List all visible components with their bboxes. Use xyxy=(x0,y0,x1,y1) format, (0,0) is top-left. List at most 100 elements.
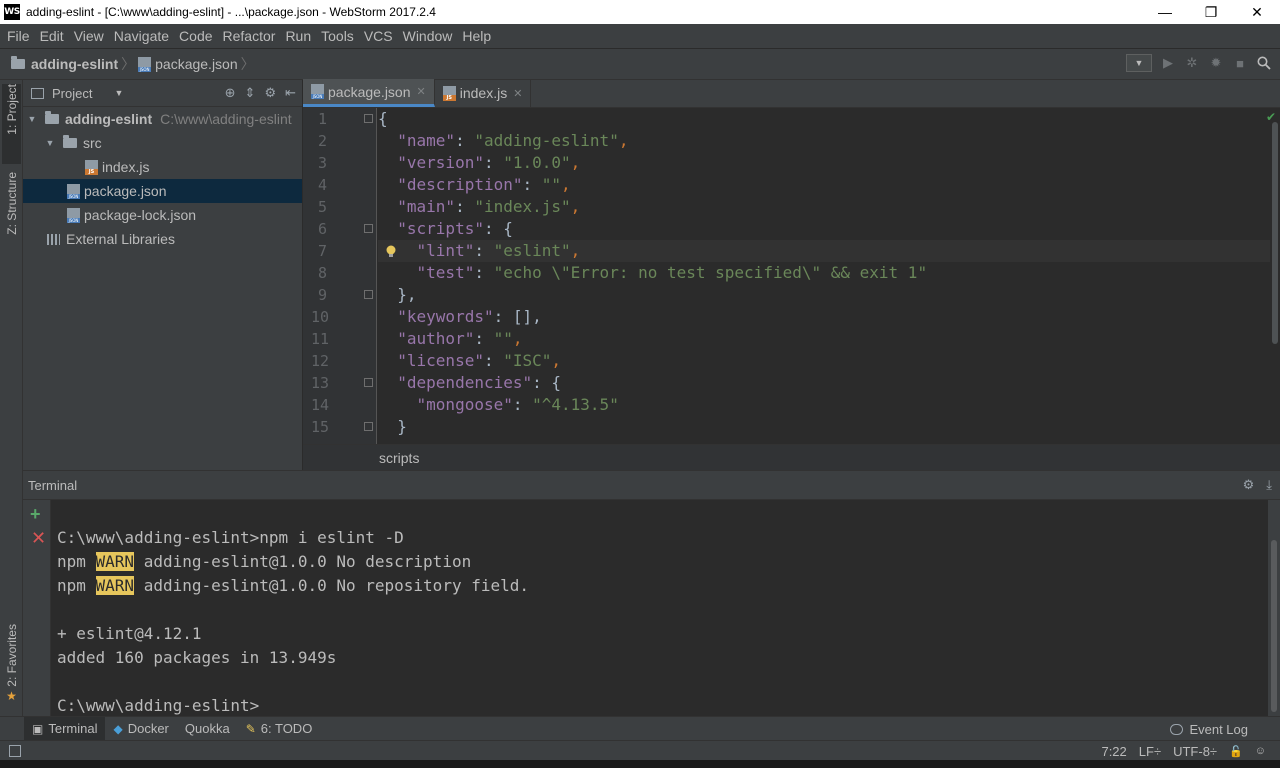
close-tab-icon[interactable]: ✕ xyxy=(417,85,426,98)
gear-icon[interactable]: ⚙ xyxy=(1243,477,1255,493)
tab-package-json[interactable]: package.json ✕ xyxy=(303,79,435,107)
code-line[interactable]: "version": "1.0.0", xyxy=(378,152,580,174)
chevron-down-icon[interactable]: ▼ xyxy=(114,88,123,98)
tab-index-js[interactable]: index.js ✕ xyxy=(435,79,532,107)
tool-tab-favorites[interactable]: 2: Favorites ★ xyxy=(2,624,21,710)
coverage-icon[interactable]: ✹ xyxy=(1208,55,1224,71)
code-line[interactable]: "lint": "eslint", xyxy=(378,240,1270,262)
toggle-tool-windows-icon[interactable] xyxy=(9,744,21,757)
menu-navigate[interactable]: Navigate xyxy=(109,28,174,44)
menu-tools[interactable]: Tools xyxy=(316,28,359,44)
menu-code[interactable]: Code xyxy=(174,28,217,44)
tab-label: index.js xyxy=(459,85,508,101)
project-panel-title[interactable]: Project xyxy=(52,86,92,101)
event-log-button[interactable]: Event Log xyxy=(1170,717,1248,741)
fold-marker-icon[interactable] xyxy=(364,378,373,387)
bottom-tab-docker[interactable]: ◆ Docker xyxy=(105,717,176,741)
breadcrumb-project[interactable]: adding-eslint xyxy=(11,56,118,72)
fold-marker-icon[interactable] xyxy=(364,422,373,431)
code-line[interactable]: "license": "ISC", xyxy=(378,350,561,372)
menu-window[interactable]: Window xyxy=(398,28,458,44)
line-number: 9 xyxy=(317,286,327,304)
fold-marker-icon[interactable] xyxy=(364,114,373,123)
new-session-plus-icon[interactable]: + xyxy=(30,504,41,525)
code-line[interactable]: "description": "", xyxy=(378,174,570,196)
code-line[interactable]: "keywords": [], xyxy=(378,306,542,328)
maximize-button[interactable]: ❐ xyxy=(1188,0,1234,24)
code-line[interactable]: { xyxy=(378,108,388,130)
bottom-tab-quokka[interactable]: Quokka xyxy=(177,717,238,741)
menu-edit[interactable]: Edit xyxy=(35,28,69,44)
collapse-all-icon[interactable]: ⇕ xyxy=(245,85,256,101)
code-line[interactable]: "author": "", xyxy=(378,328,523,350)
expand-arrow-icon[interactable]: ▼ xyxy=(45,138,55,148)
menu-file[interactable]: File xyxy=(2,28,35,44)
tree-item-adding-eslint[interactable]: ▼ adding-eslint C:\www\adding-eslint xyxy=(23,107,302,131)
fold-marker-icon[interactable] xyxy=(364,224,373,233)
code-token: "adding-eslint" xyxy=(474,131,619,150)
tree-item-external-libraries[interactable]: External Libraries xyxy=(23,227,302,251)
tree-item-src[interactable]: ▼ src xyxy=(23,131,302,155)
code-line[interactable]: }, xyxy=(378,284,416,306)
close-tab-icon[interactable]: ✕ xyxy=(513,87,522,100)
code-line[interactable]: "main": "index.js", xyxy=(378,196,580,218)
line-number-gutter[interactable]: 1 2 3 4 5 6 7 8 9 10 11 12 13 14 15 xyxy=(303,108,377,444)
lock-icon[interactable]: 🔓 xyxy=(1229,745,1243,758)
code-token: "name" xyxy=(397,131,456,150)
menu-vcs[interactable]: VCS xyxy=(359,28,398,44)
search-icon[interactable] xyxy=(1256,55,1272,71)
tree-item-index-js[interactable]: index.js xyxy=(23,155,302,179)
tree-item-package-lock-json[interactable]: package-lock.json xyxy=(23,203,302,227)
editor-scrollbar[interactable]: ✔ xyxy=(1266,108,1280,444)
close-button[interactable]: ✕ xyxy=(1234,0,1280,24)
menu-refactor[interactable]: Refactor xyxy=(218,28,281,44)
code-line[interactable]: "dependencies": { xyxy=(378,372,561,394)
tool-tab-structure[interactable]: Z: Structure xyxy=(2,172,21,256)
hide-panel-icon[interactable]: ⇤ xyxy=(285,85,296,101)
bottom-tab-terminal[interactable]: ▣ Terminal xyxy=(24,716,106,741)
minimize-button[interactable]: — xyxy=(1142,0,1188,24)
bottom-tab-todo[interactable]: ✎ 6: TODO xyxy=(238,717,321,741)
json-file-icon xyxy=(67,183,80,199)
left-tool-strip: 1: Project Z: Structure 2: Favorites ★ xyxy=(0,80,23,716)
expand-arrow-icon[interactable]: ▼ xyxy=(27,114,37,124)
close-session-icon[interactable]: ✕ xyxy=(31,528,46,549)
folder-icon xyxy=(11,56,25,69)
menu-view[interactable]: View xyxy=(69,28,109,44)
js-file-icon xyxy=(85,159,98,175)
debug-icon[interactable]: ✲ xyxy=(1184,55,1200,71)
editor-breadcrumb-scripts[interactable]: scripts xyxy=(379,450,419,466)
bottom-tab-label: Terminal xyxy=(48,721,98,736)
locate-file-icon[interactable]: ⊕ xyxy=(225,85,236,101)
breadcrumb-file[interactable]: package.json xyxy=(138,56,238,72)
code-line[interactable]: "name": "adding-eslint", xyxy=(378,130,628,152)
run-icon[interactable]: ▶ xyxy=(1160,55,1176,71)
code-editor[interactable]: 1 2 3 4 5 6 7 8 9 10 11 12 13 14 15 { "name": "adding-… xyxy=(303,108,1280,444)
code-line[interactable]: } xyxy=(378,416,407,438)
code-token: , xyxy=(512,329,523,348)
stop-icon[interactable]: ■ xyxy=(1232,55,1248,71)
code-token: "scripts" xyxy=(397,219,484,238)
file-encoding[interactable]: UTF-8÷ xyxy=(1173,744,1217,759)
intention-bulb-icon[interactable] xyxy=(385,244,397,257)
scrollbar-thumb[interactable] xyxy=(1272,122,1278,344)
gear-icon[interactable]: ⚙ xyxy=(264,85,276,101)
terminal-scrollbar[interactable] xyxy=(1268,500,1280,716)
caret-position[interactable]: 7:22 xyxy=(1101,744,1126,759)
code-line[interactable]: "mongoose": "^4.13.5" xyxy=(378,394,619,416)
terminal-output[interactable]: C:\www\adding-eslint>npm i eslint -D npm… xyxy=(57,500,1265,716)
run-config-dropdown[interactable]: ▼ xyxy=(1126,54,1152,72)
hide-panel-icon[interactable]: ⤓ xyxy=(1266,477,1272,493)
tree-item-package-json[interactable]: package.json xyxy=(23,179,302,203)
inspector-icon[interactable]: ☺ xyxy=(1255,745,1266,757)
menu-run[interactable]: Run xyxy=(280,28,316,44)
fold-marker-icon[interactable] xyxy=(364,290,373,299)
code-line[interactable]: "scripts": { xyxy=(378,218,513,240)
scrollbar-thumb[interactable] xyxy=(1271,540,1277,712)
tree-item-label: index.js xyxy=(102,159,150,175)
line-separator[interactable]: LF÷ xyxy=(1139,744,1161,759)
tool-tab-project[interactable]: 1: Project xyxy=(2,84,21,164)
code-line[interactable]: "test": "echo \"Error: no test specified… xyxy=(378,262,928,284)
menu-help[interactable]: Help xyxy=(457,28,496,44)
